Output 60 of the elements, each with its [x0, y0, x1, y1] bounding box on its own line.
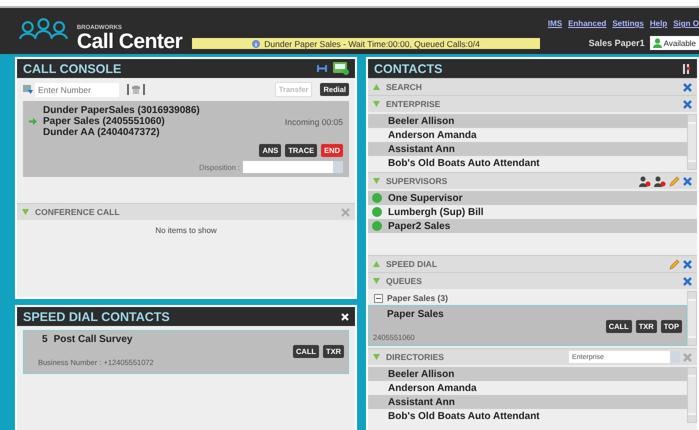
empty-message: No items to show — [154, 225, 218, 237]
number-field[interactable]: Enter Number — [35, 82, 119, 96]
header-link[interactable]: Sign O — [673, 19, 699, 28]
user-name: Sales Paper1 — [588, 38, 645, 48]
section-header[interactable]: CONFERENCE CALL — [17, 203, 355, 220]
section-header[interactable]: SUPERVISORS — [368, 172, 697, 189]
pencil-icon[interactable] — [669, 176, 680, 186]
expand-triangle-icon[interactable] — [373, 101, 380, 107]
call-party: Dunder AA (2404047372) — [43, 127, 161, 138]
status-dropdown[interactable]: Available — [650, 36, 699, 50]
header-link[interactable]: Help — [650, 19, 668, 28]
collapse-box-icon[interactable] — [374, 294, 383, 302]
person-icon — [652, 38, 662, 48]
contact-row[interactable]: Beeler Allison — [368, 367, 687, 381]
scrollbar[interactable] — [687, 367, 697, 423]
call-status: Incoming 00:05 — [284, 116, 343, 126]
header-link[interactable]: Settings — [612, 19, 644, 28]
phone-card-icon[interactable] — [333, 62, 349, 75]
info-icon — [252, 40, 260, 48]
panel-title: SPEED DIAL CONTACTS — [23, 310, 171, 324]
collapse-triangle-icon[interactable] — [373, 261, 380, 267]
call-party: Paper Sales (2405551060) — [43, 116, 166, 127]
add-person-icon[interactable] — [639, 176, 651, 186]
expand-triangle-icon[interactable] — [373, 278, 380, 284]
remove-person-icon[interactable] — [654, 176, 666, 186]
header-link[interactable]: IMS — [548, 19, 562, 28]
pencil-icon[interactable] — [669, 258, 680, 270]
section-header[interactable]: QUEUES — [368, 272, 697, 289]
contact-row[interactable]: Lumbergh (Sup) Bill — [368, 205, 697, 219]
scrollbar[interactable] — [687, 114, 697, 170]
collapse-triangle-icon[interactable] — [373, 84, 380, 90]
dialpad-icon[interactable] — [23, 85, 33, 94]
contact-row[interactable]: Bob's Old Boats Auto Attendant — [368, 409, 687, 423]
contact-row[interactable]: Paper2 Sales — [368, 219, 697, 233]
speed-dial-code: 5 — [42, 334, 48, 345]
contact-row[interactable]: Assistant Ann — [368, 395, 687, 409]
banner-text: Dunder Paper Sales - Wait Time:00:00, Queued Calls:0/4 — [264, 38, 480, 48]
contact-row[interactable]: Anderson Amanda — [368, 381, 687, 395]
logo-icon — [18, 17, 69, 41]
panel-title: CALL CONSOLE — [23, 62, 122, 76]
expand-triangle-icon[interactable] — [373, 354, 380, 360]
contact-row[interactable]: Assistant Ann — [368, 142, 687, 156]
queue-group[interactable]: Paper Sales (3) — [368, 291, 687, 305]
scrollbar[interactable] — [687, 291, 697, 346]
speed-dial-name: Post Call Survey — [54, 334, 132, 345]
call-party: Dunder PaperSales (3016939086) — [43, 105, 200, 116]
panel-title: CONTACTS — [374, 62, 444, 76]
app-title: Call Center — [76, 31, 182, 52]
header-link[interactable]: Enhanced — [568, 19, 606, 28]
arrow-icon — [29, 118, 37, 125]
expand-triangle-icon[interactable] — [22, 209, 29, 215]
contact-row[interactable]: One Supervisor — [368, 191, 697, 205]
section-header[interactable]: SEARCH — [368, 78, 697, 95]
section-header[interactable]: ENTERPRISE — [368, 95, 697, 112]
contact-row[interactable]: Beeler Allison — [368, 114, 687, 128]
contact-row[interactable]: Anderson Amanda — [368, 128, 687, 142]
phone-icon[interactable] — [127, 83, 145, 96]
contact-row[interactable]: Bob's Old Boats Auto Attendant — [368, 156, 687, 170]
section-header[interactable]: SPEED DIAL — [368, 255, 697, 272]
expand-triangle-icon[interactable] — [373, 178, 380, 184]
